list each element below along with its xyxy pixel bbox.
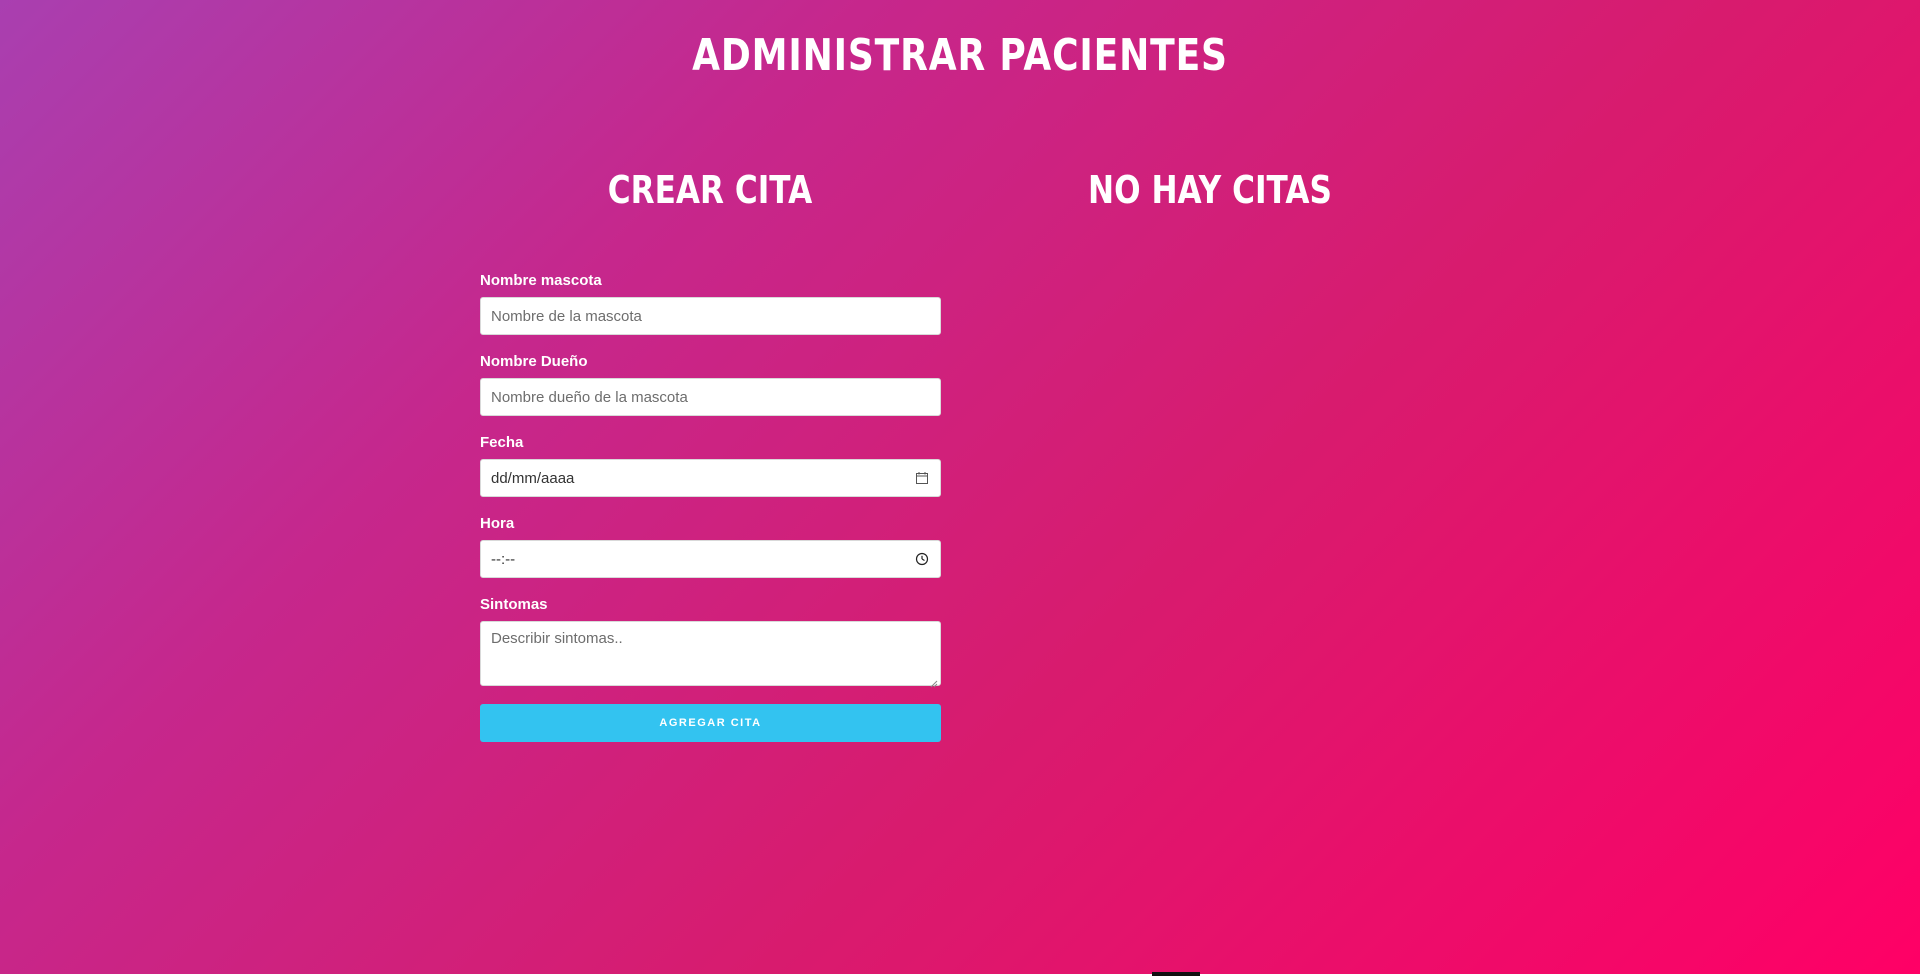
- no-appointments-title: NO HAY CITAS: [1088, 168, 1332, 212]
- owner-name-label: Nombre Dueño: [480, 353, 588, 370]
- symptoms-textarea[interactable]: Describir sintomas..: [480, 621, 941, 688]
- date-input[interactable]: dd/mm/aaaa: [480, 459, 941, 497]
- pet-name-label: Nombre mascota: [480, 272, 602, 289]
- pet-name-field: Nombre mascota Nombre de la mascota: [480, 272, 941, 335]
- scroll-marker: [1152, 972, 1200, 976]
- date-value: dd/mm/aaaa: [491, 469, 575, 487]
- time-input[interactable]: --:--: [480, 540, 941, 578]
- symptoms-placeholder: Describir sintomas..: [491, 630, 623, 647]
- date-field: Fecha dd/mm/aaaa: [480, 434, 941, 497]
- time-label: Hora: [480, 515, 515, 532]
- pet-name-placeholder: Nombre de la mascota: [491, 307, 642, 325]
- appointment-form: Nombre mascota Nombre de la mascota Nomb…: [480, 272, 941, 742]
- time-field: Hora --:--: [480, 515, 941, 578]
- symptoms-label: Sintomas: [480, 596, 548, 613]
- create-appointment-title: CREAR CITA: [607, 168, 813, 212]
- resize-handle-icon[interactable]: [930, 675, 938, 688]
- owner-name-placeholder: Nombre dueño de la mascota: [491, 388, 688, 406]
- owner-name-input[interactable]: Nombre dueño de la mascota: [480, 378, 941, 416]
- owner-name-field: Nombre Dueño Nombre dueño de la mascota: [480, 353, 941, 416]
- add-appointment-button[interactable]: AGREGAR CITA: [480, 704, 941, 742]
- symptoms-field: Sintomas Describir sintomas..: [480, 596, 941, 688]
- time-value: --:--: [491, 550, 516, 568]
- pet-name-input[interactable]: Nombre de la mascota: [480, 297, 941, 335]
- page-title: ADMINISTRAR PACIENTES: [692, 30, 1228, 81]
- calendar-icon[interactable]: [914, 470, 930, 486]
- date-label: Fecha: [480, 434, 524, 451]
- clock-icon[interactable]: [914, 551, 930, 567]
